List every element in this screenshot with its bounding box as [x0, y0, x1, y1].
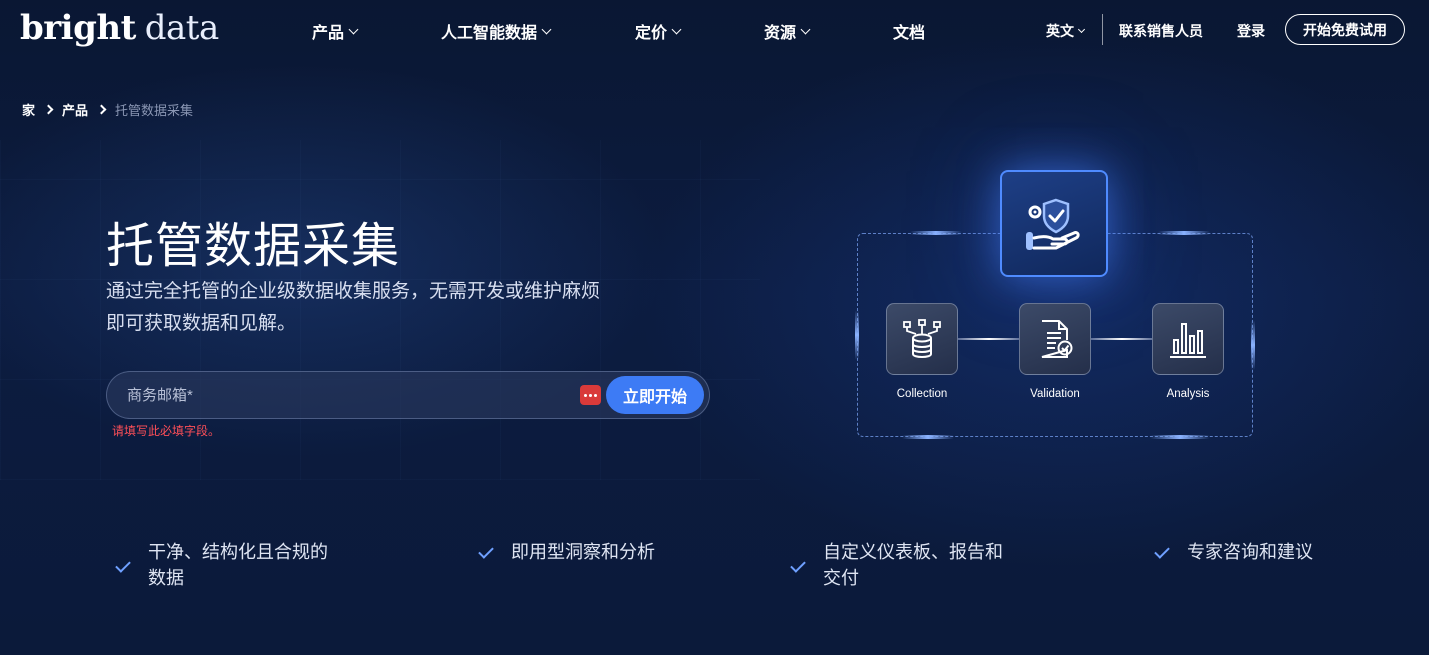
collection-label: Collection: [896, 388, 948, 400]
contact-sales-link[interactable]: 联系销售人员: [1119, 21, 1203, 41]
business-email-input[interactable]: [127, 372, 567, 418]
password-manager-icon[interactable]: [580, 385, 601, 405]
breadcrumb-products[interactable]: 产品: [62, 100, 88, 119]
language-label: 英文: [1046, 23, 1074, 39]
feature-text: 自定义仪表板、报告和 交付: [823, 542, 1003, 588]
diagram-glow-line: [1251, 320, 1255, 370]
chevron-down-icon: [1077, 25, 1086, 33]
logo-bold-text: bright: [20, 8, 136, 48]
check-icon: [115, 557, 131, 573]
chevron-right-icon: [96, 104, 107, 115]
logo-light-text: data: [144, 8, 219, 48]
validation-label: Validation: [1030, 388, 1080, 400]
signup-form: 立即开始: [106, 371, 710, 419]
diagram-glow-line: [902, 435, 954, 439]
email-error-message: 请填写此必填字段。: [112, 424, 221, 438]
nav-item-label: 文档: [893, 25, 926, 42]
managed-collection-diagram: Collection Validation Analysis: [840, 160, 1280, 460]
diagram-connector: [1091, 338, 1153, 340]
nav-item-label: 产品: [312, 25, 345, 42]
top-navigation: bright data 产品 人工智能数据 定价 资源 文档 英文 联系销售人员…: [0, 0, 1429, 60]
feature-text: 干净、结构化且合规的 数据: [148, 542, 328, 588]
shield-gear-hand-icon: [1000, 170, 1108, 277]
nav-item-label: 资源: [764, 25, 797, 42]
feature-item: 专家咨询和建议: [1151, 539, 1313, 565]
hero-subtitle-line: 通过完全托管的企业级数据收集服务，无需开发或维护麻烦: [106, 281, 601, 302]
database-network-icon: [903, 319, 941, 358]
validation-card: [1019, 303, 1091, 375]
collection-card: [886, 303, 958, 375]
bright-data-logo[interactable]: bright data: [20, 8, 219, 48]
breadcrumb-home[interactable]: 家: [22, 100, 35, 119]
chevron-down-icon: [800, 24, 811, 34]
breadcrumb: 家 产品 托管数据采集: [22, 100, 193, 119]
analysis-card: [1152, 303, 1224, 375]
page-title: 托管数据采集: [106, 220, 401, 273]
diagram-connector: [958, 338, 1020, 340]
analysis-label: Analysis: [1166, 388, 1210, 400]
nav-divider: [1102, 14, 1103, 45]
feature-item: 即用型洞察和分析: [475, 539, 655, 565]
feature-text: 即用型洞察和分析: [511, 542, 655, 562]
nav-item-products[interactable]: 产品: [312, 19, 359, 43]
nav-item-ai-data[interactable]: 人工智能数据: [441, 19, 552, 43]
nav-item-docs[interactable]: 文档: [893, 19, 925, 43]
start-now-button[interactable]: 立即开始: [606, 376, 704, 414]
chevron-down-icon: [541, 24, 552, 34]
diagram-glow-line: [1150, 435, 1210, 439]
hero-subtitle-line: 即可获取数据和见解。: [106, 313, 297, 334]
nav-item-label: 人工智能数据: [441, 25, 538, 42]
chevron-right-icon: [43, 104, 54, 115]
feature-text: 专家咨询和建议: [1187, 542, 1313, 562]
nav-item-pricing[interactable]: 定价: [635, 19, 682, 43]
check-icon: [1154, 543, 1170, 559]
chevron-down-icon: [671, 24, 682, 34]
check-icon: [478, 543, 494, 559]
login-link[interactable]: 登录: [1237, 21, 1265, 41]
check-icon: [790, 557, 806, 573]
nav-item-resources[interactable]: 资源: [764, 19, 811, 43]
free-trial-button[interactable]: 开始免费试用: [1285, 14, 1405, 45]
diagram-glow-line: [1158, 231, 1210, 235]
document-check-icon: [1041, 320, 1073, 358]
diagram-glow-line: [855, 310, 859, 360]
bar-chart-icon: [1170, 323, 1206, 358]
language-selector[interactable]: 英文: [1046, 21, 1086, 41]
nav-item-label: 定价: [635, 25, 668, 42]
feature-item: 干净、结构化且合规的 数据: [112, 539, 328, 591]
breadcrumb-current: 托管数据采集: [115, 103, 194, 118]
chevron-down-icon: [348, 24, 359, 34]
hero-subtitle: 通过完全托管的企业级数据收集服务，无需开发或维护麻烦 即可获取数据和见解。: [106, 276, 666, 340]
diagram-glow-line: [910, 231, 962, 235]
feature-item: 自定义仪表板、报告和 交付: [787, 539, 1003, 591]
